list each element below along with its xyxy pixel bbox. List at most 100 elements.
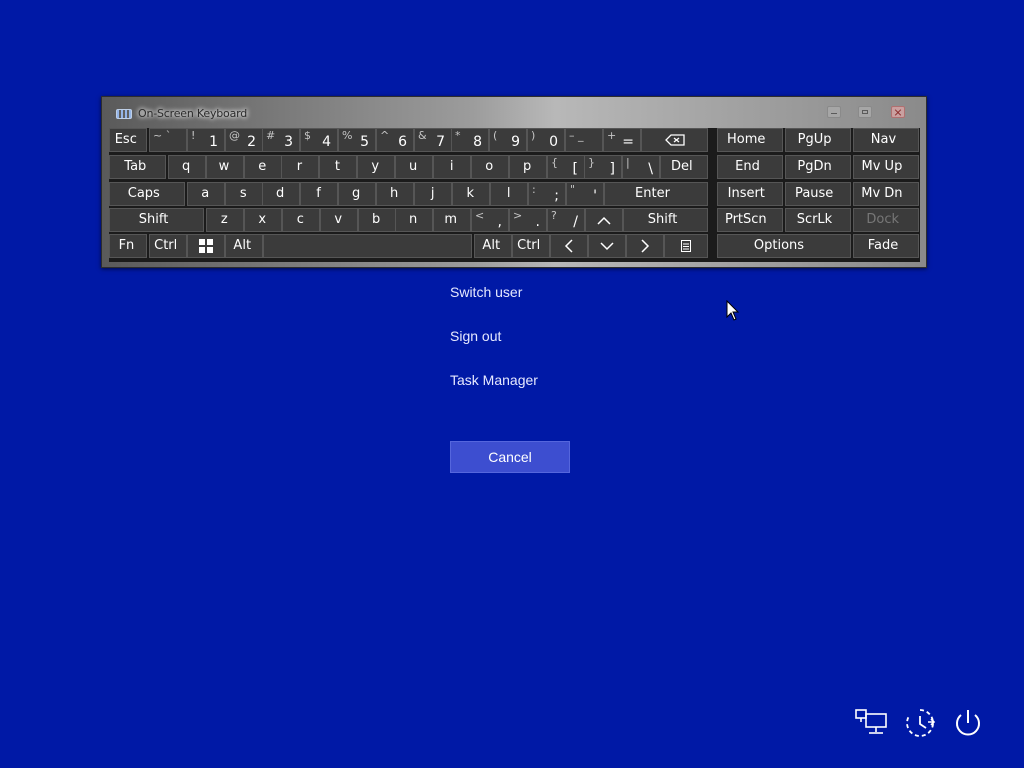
key-fn[interactable]: Fn xyxy=(109,234,147,258)
key-alt[interactable]: Alt xyxy=(474,234,512,258)
key-symbol[interactable]: >. xyxy=(509,208,547,232)
key-symbol[interactable]: @2 xyxy=(225,128,263,152)
maximize-button[interactable] xyxy=(858,106,872,118)
key-h[interactable]: h xyxy=(376,182,414,206)
key-label: x xyxy=(258,212,267,227)
key-esc[interactable]: Esc xyxy=(109,128,147,152)
key-k[interactable]: k xyxy=(452,182,490,206)
key-shift[interactable]: Shift xyxy=(109,208,204,232)
key-label: f xyxy=(316,186,321,201)
key-alt[interactable]: Alt xyxy=(225,234,263,258)
key-label: Shift xyxy=(647,212,678,227)
key-symbol[interactable]: ^ 6 xyxy=(376,128,414,152)
key-symbol[interactable]: | \ xyxy=(622,155,660,179)
key-arrow-down[interactable] xyxy=(588,234,626,258)
key-arrow-up[interactable] xyxy=(585,208,623,232)
key-label: Alt xyxy=(233,238,252,253)
key-y[interactable]: y xyxy=(357,155,395,179)
key-v[interactable]: v xyxy=(320,208,358,232)
sign-out-link[interactable]: Sign out xyxy=(450,328,501,344)
key-symbol[interactable]: <, xyxy=(471,208,509,232)
key-mv-dn[interactable]: Mv Dn xyxy=(853,182,919,206)
key-nav[interactable]: Nav xyxy=(853,128,919,152)
key-f[interactable]: f xyxy=(300,182,338,206)
key-arrow-left[interactable] xyxy=(550,234,588,258)
key-del[interactable]: Del xyxy=(660,155,708,179)
key-s[interactable]: s xyxy=(225,182,263,206)
key-tab[interactable]: Tab xyxy=(109,155,166,179)
key-shift-label: * xyxy=(455,129,461,142)
key-space[interactable] xyxy=(263,234,472,258)
key-e[interactable]: e xyxy=(244,155,282,179)
key-symbol[interactable]: ? / xyxy=(547,208,585,232)
key-pgup[interactable]: PgUp xyxy=(785,128,851,152)
key-symbol[interactable]: % 5 xyxy=(338,128,376,152)
key-symbol[interactable]: – _ xyxy=(565,128,603,152)
key-symbol[interactable]: ) 0 xyxy=(527,128,565,152)
key-pause[interactable]: Pause xyxy=(785,182,851,206)
key-d[interactable]: d xyxy=(262,182,300,206)
key-symbol[interactable]: {[ xyxy=(547,155,585,179)
key-u[interactable]: u xyxy=(395,155,433,179)
key-insert[interactable]: Insert xyxy=(717,182,783,206)
key-w[interactable]: w xyxy=(206,155,244,179)
key-scrlk[interactable]: ScrLk xyxy=(785,208,851,232)
key-symbol[interactable]: & 7 xyxy=(414,128,452,152)
key-t[interactable]: t xyxy=(319,155,357,179)
key-prtscn[interactable]: PrtScn xyxy=(717,208,783,232)
cancel-button[interactable]: Cancel xyxy=(450,441,570,473)
key-c[interactable]: c xyxy=(282,208,320,232)
key-arrow-right[interactable] xyxy=(626,234,664,258)
minimize-button[interactable] xyxy=(827,106,841,118)
key-m[interactable]: m xyxy=(433,208,471,232)
key-symbol[interactable]: }] xyxy=(584,155,622,179)
key-options[interactable]: Options xyxy=(717,234,851,258)
key-a[interactable]: a xyxy=(187,182,225,206)
network-icon[interactable] xyxy=(854,706,888,740)
key-label: ; xyxy=(554,188,559,204)
key-symbol[interactable]: ! 1 xyxy=(187,128,225,152)
key-n[interactable]: n xyxy=(395,208,433,232)
key-enter[interactable]: Enter xyxy=(604,182,708,206)
power-icon[interactable] xyxy=(951,706,985,740)
key-symbol[interactable]: $4 xyxy=(300,128,338,152)
key-caps[interactable]: Caps xyxy=(109,182,185,206)
key-pgdn[interactable]: PgDn xyxy=(785,155,851,179)
key-label: g xyxy=(352,186,361,201)
key-x[interactable]: x xyxy=(244,208,282,232)
key-fade[interactable]: Fade xyxy=(853,234,919,258)
key-z[interactable]: z xyxy=(206,208,244,232)
key-label: 0 xyxy=(549,134,558,150)
key-label: 7 xyxy=(436,134,445,150)
key-b[interactable]: b xyxy=(358,208,396,232)
switch-user-link[interactable]: Switch user xyxy=(450,284,522,300)
key-j[interactable]: j xyxy=(414,182,452,206)
key-g[interactable]: g xyxy=(338,182,376,206)
key-home[interactable]: Home xyxy=(717,128,783,152)
key-shift[interactable]: Shift xyxy=(623,208,708,232)
key-menu-key[interactable] xyxy=(664,234,708,258)
close-button[interactable] xyxy=(891,106,905,118)
key-symbol[interactable]: (9 xyxy=(489,128,527,152)
key-symbol[interactable]: :; xyxy=(528,182,566,206)
key-r[interactable]: r xyxy=(281,155,319,179)
task-manager-link[interactable]: Task Manager xyxy=(450,372,538,388)
key-windows[interactable] xyxy=(187,234,225,258)
osk-title-bar[interactable]: On-Screen Keyboard xyxy=(102,97,926,127)
key-l[interactable]: l xyxy=(490,182,528,206)
key-symbol[interactable]: " ' xyxy=(566,182,604,206)
key-ctrl[interactable]: Ctrl xyxy=(512,234,550,258)
key-o[interactable]: o xyxy=(471,155,509,179)
key-i[interactable]: i xyxy=(433,155,471,179)
key-p[interactable]: p xyxy=(509,155,547,179)
key-backspace[interactable] xyxy=(641,128,708,152)
key-symbol[interactable]: + = xyxy=(603,128,641,152)
key-symbol[interactable]: #3 xyxy=(262,128,300,152)
key-mv-up[interactable]: Mv Up xyxy=(853,155,919,179)
ease-of-access-icon[interactable] xyxy=(903,706,937,740)
key-q[interactable]: q xyxy=(168,155,206,179)
key-ctrl[interactable]: Ctrl xyxy=(149,234,187,258)
key-symbol[interactable]: * 8 xyxy=(451,128,489,152)
key-symbol[interactable]: ~ ` xyxy=(149,128,187,152)
key-end[interactable]: End xyxy=(717,155,783,179)
